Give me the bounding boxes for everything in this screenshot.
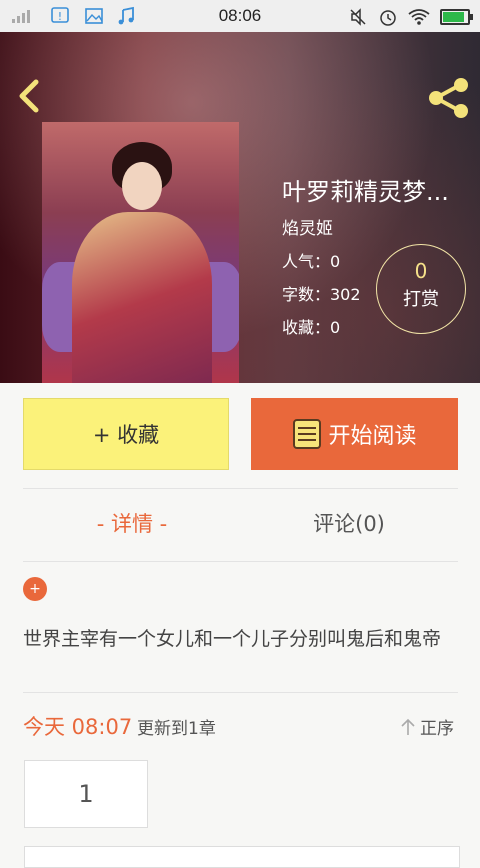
update-time: 今天 08:07 [23, 715, 133, 739]
book-cover [42, 122, 239, 383]
divider [23, 488, 458, 489]
chapter-list-panel [24, 846, 460, 868]
battery-level [443, 12, 464, 22]
share-icon[interactable] [426, 76, 472, 120]
add-favorite-button[interactable]: + 收藏 [23, 398, 229, 470]
alarm-icon [380, 10, 396, 26]
tab-detail[interactable]: - 详情 - [23, 508, 241, 538]
book-author: 焰灵姬 [282, 219, 333, 239]
sort-order-toggle[interactable]: 正序 [400, 714, 454, 739]
mute-icon [350, 8, 366, 26]
book-icon [293, 419, 322, 449]
wifi-icon [408, 9, 430, 25]
favorites-stat: 收藏：0 [282, 318, 341, 337]
update-text: 更新到1章 [137, 719, 216, 739]
book-header: 叶罗莉精灵梦... 焰灵姬 人气：0 字数：302 收藏：0 0 打赏 [0, 32, 480, 383]
tab-comments[interactable]: 评论(0) [240, 508, 458, 538]
expand-button[interactable]: + [23, 577, 47, 601]
word-count-stat: 字数：302 [282, 285, 361, 304]
divider [23, 692, 458, 693]
reward-button[interactable]: 0 打赏 [376, 244, 466, 334]
arrow-up-icon [401, 718, 415, 735]
back-arrow-icon[interactable] [14, 76, 46, 116]
reward-label: 打赏 [403, 289, 439, 310]
sort-order-label: 正序 [420, 719, 454, 739]
start-reading-label: 开始阅读 [328, 424, 417, 449]
battery-icon [440, 9, 473, 25]
book-title: 叶罗莉精灵梦... [282, 178, 449, 206]
status-bar: ! 08:06 [0, 0, 480, 32]
book-description: 世界主宰有一个女儿和一个儿子分别叫鬼后和鬼帝 [23, 628, 442, 650]
chapter-page-1[interactable]: 1 [24, 760, 148, 828]
popularity-stat: 人气：0 [282, 252, 341, 271]
start-reading-button[interactable]: 开始阅读 [251, 398, 458, 470]
reward-count: 0 [414, 259, 428, 283]
divider [23, 561, 458, 562]
